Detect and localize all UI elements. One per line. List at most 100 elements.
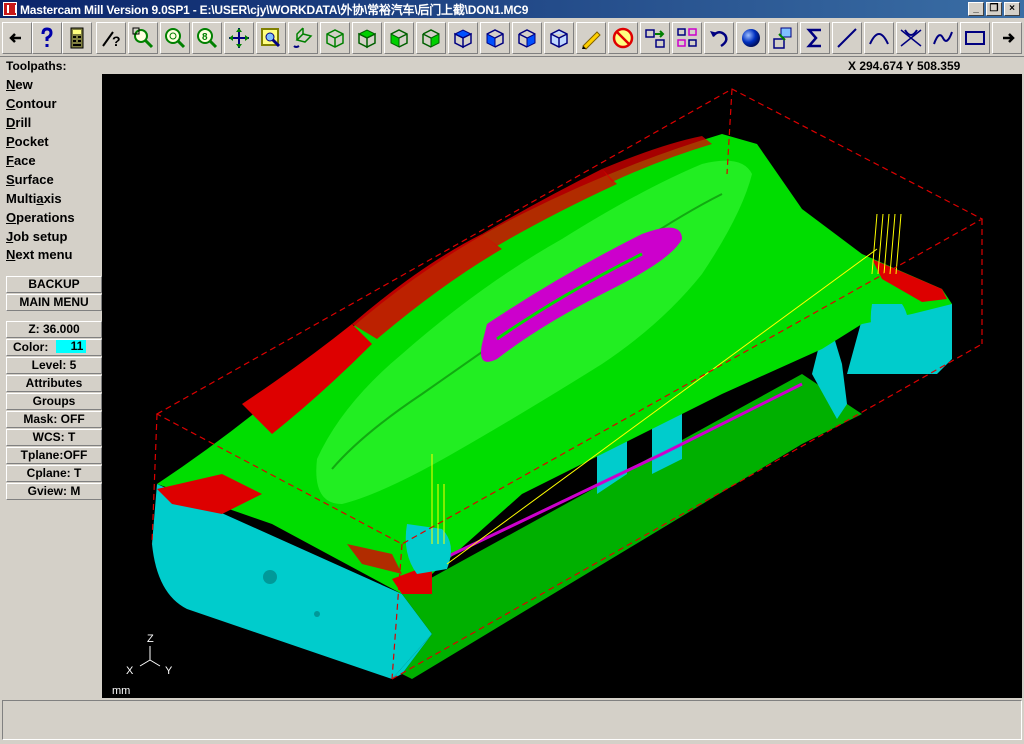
cube-blue-4-button[interactable] bbox=[544, 22, 574, 54]
zoom-window-button[interactable] bbox=[128, 22, 158, 54]
shade-sphere-icon bbox=[742, 29, 760, 47]
close-button[interactable]: × bbox=[1004, 2, 1020, 16]
side-hole bbox=[263, 570, 277, 584]
gview-button[interactable]: Gview: M bbox=[6, 483, 102, 500]
spline-icon bbox=[933, 31, 953, 45]
pan-button[interactable] bbox=[224, 22, 254, 54]
xform-move-icon bbox=[773, 27, 792, 49]
menu-item-contour[interactable]: Contour bbox=[6, 96, 57, 111]
sum-icon bbox=[806, 28, 821, 48]
title-bar: Mastercam Mill Version 9.0SP1 - E:\USER\… bbox=[0, 0, 1024, 18]
axis-x-label: X bbox=[126, 665, 134, 677]
view-side-icon bbox=[390, 29, 408, 48]
z-depth-button[interactable]: Z: 36.000 bbox=[6, 321, 102, 338]
cube-blue-2-icon bbox=[486, 29, 504, 48]
pan-icon bbox=[229, 28, 249, 48]
undo-icon bbox=[710, 31, 728, 48]
axis-z-label: Z bbox=[147, 633, 154, 645]
prompt-area bbox=[2, 700, 1022, 740]
view-iso-button[interactable] bbox=[416, 22, 446, 54]
color-swatch: 11 bbox=[56, 340, 87, 353]
cube-blue-4-icon bbox=[550, 29, 568, 48]
menu-item-face[interactable]: Face bbox=[6, 153, 36, 168]
cursor-coordinates: X 294.674 Y 508.359 bbox=[848, 59, 961, 73]
shade-button[interactable] bbox=[736, 22, 766, 54]
menu-item-surface[interactable]: Surface bbox=[6, 172, 54, 187]
level-button[interactable]: Level: 5 bbox=[6, 357, 102, 374]
cube-blue-2-button[interactable] bbox=[480, 22, 510, 54]
analyze-button[interactable]: ? bbox=[96, 22, 126, 54]
transform-button[interactable] bbox=[640, 22, 670, 54]
menu-item-new[interactable]: New bbox=[6, 77, 33, 92]
zoom-in-icon bbox=[165, 28, 186, 49]
view-top-button[interactable] bbox=[320, 22, 350, 54]
rotate-button[interactable] bbox=[288, 22, 318, 54]
mastercam-logo-icon bbox=[3, 2, 17, 16]
restore-button[interactable]: ❐ bbox=[986, 2, 1002, 16]
pencil-icon bbox=[582, 31, 601, 50]
graphics-viewport[interactable]: Z X Y mm bbox=[102, 74, 1022, 698]
calculator-button[interactable] bbox=[62, 22, 92, 54]
cube-blue-1-icon bbox=[453, 29, 473, 49]
zoom-window-icon bbox=[132, 27, 154, 49]
back-arrow-icon bbox=[9, 33, 21, 43]
menu-item-next-menu[interactable]: Next menu bbox=[6, 247, 72, 262]
rotate-icon bbox=[293, 27, 313, 48]
undo-button[interactable] bbox=[704, 22, 734, 54]
window-title: Mastercam Mill Version 9.0SP1 - E:\USER\… bbox=[20, 2, 529, 17]
backup-button[interactable]: BACKUP bbox=[6, 276, 102, 293]
minimize-button[interactable]: _ bbox=[968, 2, 984, 16]
forward-arrow-icon bbox=[1003, 33, 1015, 43]
tplane-button[interactable]: Tplane:OFF bbox=[6, 447, 102, 464]
arc-button[interactable] bbox=[864, 22, 894, 54]
main-menu-button[interactable]: MAIN MENU bbox=[6, 294, 102, 311]
view-front-button[interactable] bbox=[352, 22, 382, 54]
sum-button[interactable] bbox=[800, 22, 830, 54]
view-top-icon bbox=[326, 29, 344, 48]
line-button[interactable] bbox=[832, 22, 862, 54]
xform-move-button[interactable] bbox=[768, 22, 798, 54]
forward-arrow-button[interactable] bbox=[992, 22, 1022, 54]
pencil-button[interactable] bbox=[576, 22, 606, 54]
menu-item-drill[interactable]: Drill bbox=[6, 115, 31, 130]
info-bar: Toolpaths: X 294.674 Y 508.359 bbox=[0, 58, 1024, 74]
color-label: Color: bbox=[13, 340, 49, 354]
view-side-button[interactable] bbox=[384, 22, 414, 54]
wcs-button[interactable]: WCS: T bbox=[6, 429, 102, 446]
group-button[interactable] bbox=[672, 22, 702, 54]
attributes-button[interactable]: Attributes bbox=[6, 375, 102, 392]
no-entry-button[interactable] bbox=[608, 22, 638, 54]
color-button[interactable]: Color: 11 bbox=[6, 339, 102, 356]
groups-button[interactable]: Groups bbox=[6, 393, 102, 410]
menu-item-multiaxis[interactable]: Multiaxis bbox=[6, 191, 62, 206]
cube-blue-3-button[interactable] bbox=[512, 22, 542, 54]
axis-y-label: Y bbox=[165, 665, 173, 677]
menu-item-job-setup[interactable]: Job setup bbox=[6, 229, 67, 244]
view-iso-icon bbox=[422, 29, 440, 48]
menu-item-operations[interactable]: Operations bbox=[6, 210, 75, 225]
cplane-button[interactable]: Cplane: T bbox=[6, 465, 102, 482]
fillet-icon bbox=[900, 29, 922, 47]
analyze-icon: ? bbox=[102, 31, 121, 49]
select-button[interactable] bbox=[256, 22, 286, 54]
no-entry-icon bbox=[612, 27, 634, 49]
mask-button[interactable]: Mask: OFF bbox=[6, 411, 102, 428]
transform-icon bbox=[645, 29, 665, 48]
cube-blue-1-button[interactable] bbox=[448, 22, 478, 54]
zoom-out-button[interactable]: 8 bbox=[192, 22, 222, 54]
axis-indicator: Z X Y mm bbox=[112, 633, 173, 697]
menu-section-label: Toolpaths: bbox=[6, 59, 67, 73]
zoom-in-button[interactable] bbox=[160, 22, 190, 54]
rectangle-button[interactable] bbox=[960, 22, 990, 54]
arc-icon bbox=[869, 33, 889, 45]
zoom-out-icon: 8 bbox=[197, 28, 218, 49]
spline-button[interactable] bbox=[928, 22, 958, 54]
line-icon bbox=[837, 28, 857, 48]
fillet-button[interactable] bbox=[896, 22, 926, 54]
help-button[interactable] bbox=[32, 22, 62, 54]
rectangle-icon bbox=[965, 31, 985, 45]
back-arrow-button[interactable] bbox=[2, 22, 32, 54]
svg-text:?: ? bbox=[112, 33, 121, 49]
group-icon bbox=[677, 28, 697, 47]
menu-item-pocket[interactable]: Pocket bbox=[6, 134, 49, 149]
